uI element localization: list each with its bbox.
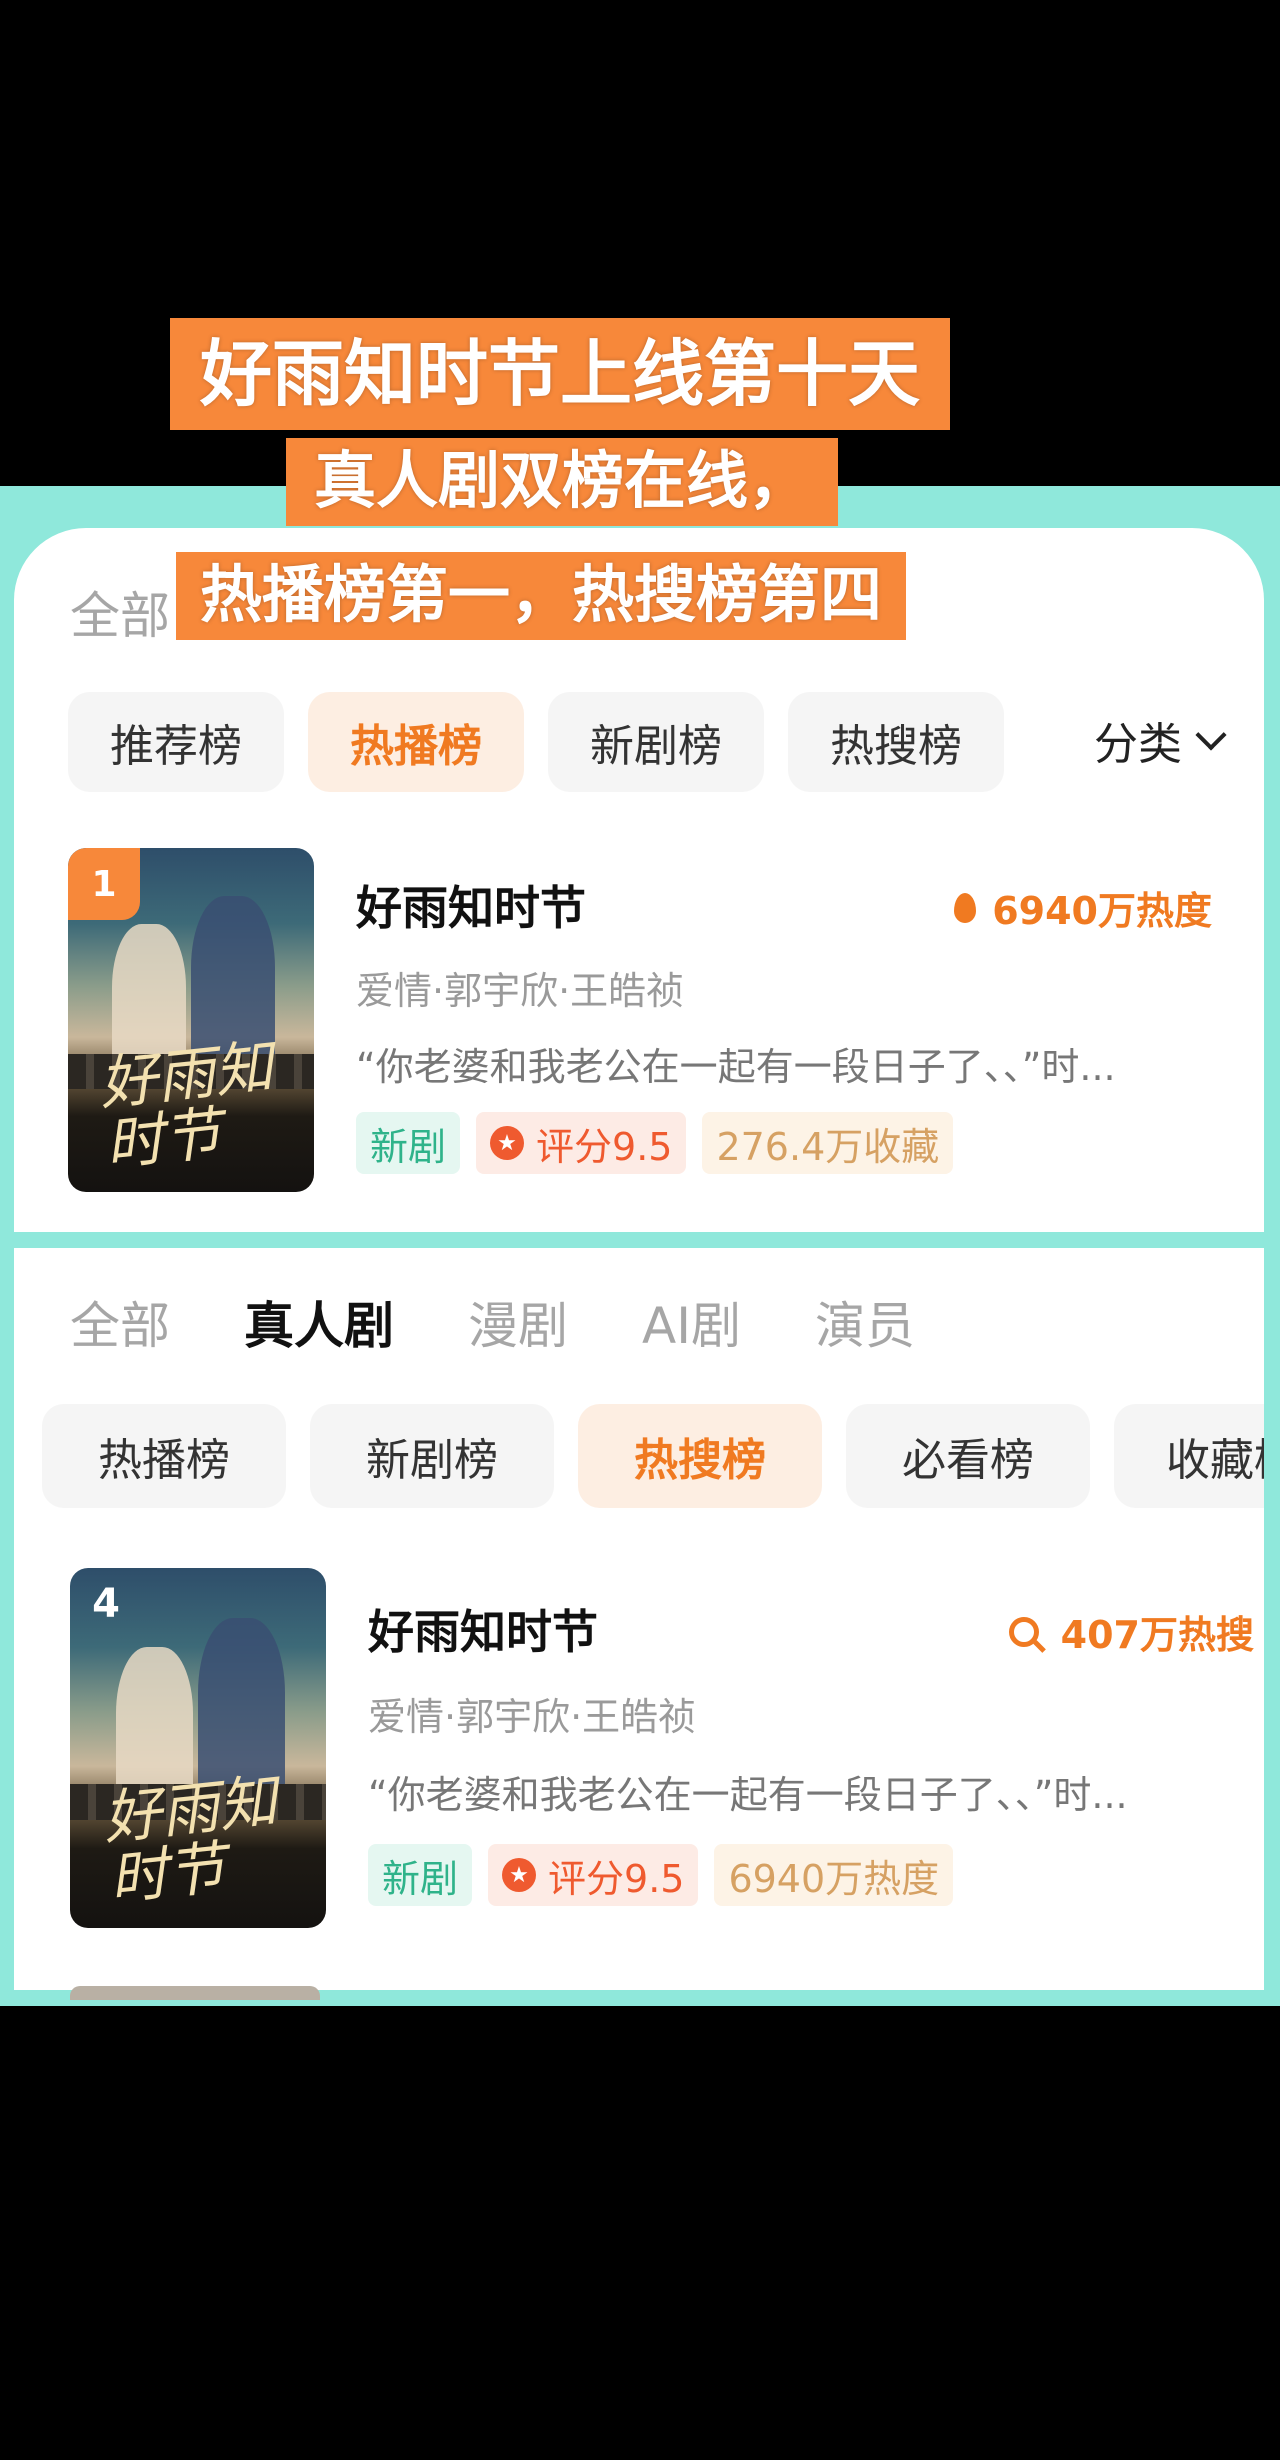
chevron-down-icon [1195, 719, 1227, 751]
drama-poster[interactable]: 好雨知时节 4 [70, 1568, 326, 1928]
poster-calligraphy-title: 好雨知时节 [99, 1767, 280, 1914]
caption-line-3: 热播榜第一，热搜榜第四 [176, 552, 907, 640]
heat-value: 6940万热度 [954, 880, 1212, 935]
pill-recommend[interactable]: 推荐榜 [68, 692, 284, 792]
caption-line-2: 真人剧双榜在线， [286, 438, 839, 526]
next-poster-peek [70, 1986, 320, 2000]
tab-live-action[interactable]: 真人剧 [244, 1286, 394, 1358]
search-icon [1008, 1616, 1039, 1647]
tab-all[interactable]: 全部 [70, 1286, 170, 1358]
tab-actors[interactable]: 演员 [815, 1286, 915, 1358]
pill-hot-search[interactable]: 热搜榜 [788, 692, 1004, 792]
tag-new: 新剧 [356, 1112, 461, 1174]
tab-comic-drama[interactable]: 漫剧 [468, 1286, 568, 1358]
search-heat-value: 407万热搜 [1008, 1604, 1254, 1659]
rating-label: 评分9.5 [548, 1856, 685, 1901]
drama-title[interactable]: 好雨知时节 [356, 872, 586, 938]
search-heat-label: 407万热搜 [1060, 1613, 1254, 1657]
pill-favorites[interactable]: 收藏榜 [1114, 1404, 1264, 1508]
tab-ai-drama[interactable]: AI剧 [642, 1286, 741, 1358]
heat-label: 6940万热度 [992, 889, 1212, 933]
category-sort-label: 分类 [1094, 719, 1182, 770]
pill-hot-play[interactable]: 热播榜 [42, 1404, 286, 1508]
drama-tags: 新剧 评分9.5 6940万热度 [368, 1844, 969, 1906]
tag-new: 新剧 [368, 1844, 473, 1906]
tab-all[interactable]: 全部 [70, 576, 170, 648]
drama-description: “你老婆和我老公在一起有一段日子了、、”时... [356, 1045, 1116, 1089]
drama-poster[interactable]: 好雨知时节 1 [68, 848, 314, 1192]
rank-badge: 1 [68, 848, 140, 920]
drama-meta: 爱情·郭宇欣·王皓祯 [368, 1695, 697, 1739]
panel2-ranking-pills: 热播榜 新剧榜 热搜榜 必看榜 收藏榜 [42, 1404, 1264, 1508]
drama-tags: 新剧 评分9.5 276.4万收藏 [356, 1112, 969, 1174]
pill-new-drama[interactable]: 新剧榜 [548, 692, 764, 792]
pill-hot-search[interactable]: 热搜榜 [578, 1404, 822, 1508]
drama-description: “你老婆和我老公在一起有一段日子了、、”时... [368, 1773, 1128, 1817]
drama-title[interactable]: 好雨知时节 [368, 1596, 598, 1662]
tag-favorites: 276.4万收藏 [702, 1112, 954, 1174]
drama-meta: 爱情·郭宇欣·王皓祯 [356, 969, 685, 1013]
pill-must-watch[interactable]: 必看榜 [846, 1404, 1090, 1508]
rating-label: 评分9.5 [536, 1124, 673, 1169]
caption-line-1: 好雨知时节上线第十天 [170, 318, 951, 430]
panel2-top-tabs: 全部 真人剧 漫剧 AI剧 演员 [70, 1286, 989, 1358]
tag-rating: 评分9.5 [476, 1112, 687, 1174]
star-icon [490, 1126, 525, 1160]
tag-heat: 6940万热度 [714, 1844, 954, 1906]
flame-icon [954, 892, 977, 923]
category-sort-button[interactable]: 分类 [1074, 708, 1227, 772]
poster-calligraphy-title: 好雨知时节 [96, 1031, 277, 1179]
pill-new-drama[interactable]: 新剧榜 [310, 1404, 554, 1508]
star-icon [502, 1858, 537, 1892]
rank-badge: 4 [92, 1581, 120, 1627]
pill-hot-play[interactable]: 热播榜 [308, 692, 524, 792]
panel1-ranking-pills: 推荐榜 热播榜 新剧榜 热搜榜 [68, 692, 1028, 792]
tag-rating: 评分9.5 [488, 1844, 699, 1906]
